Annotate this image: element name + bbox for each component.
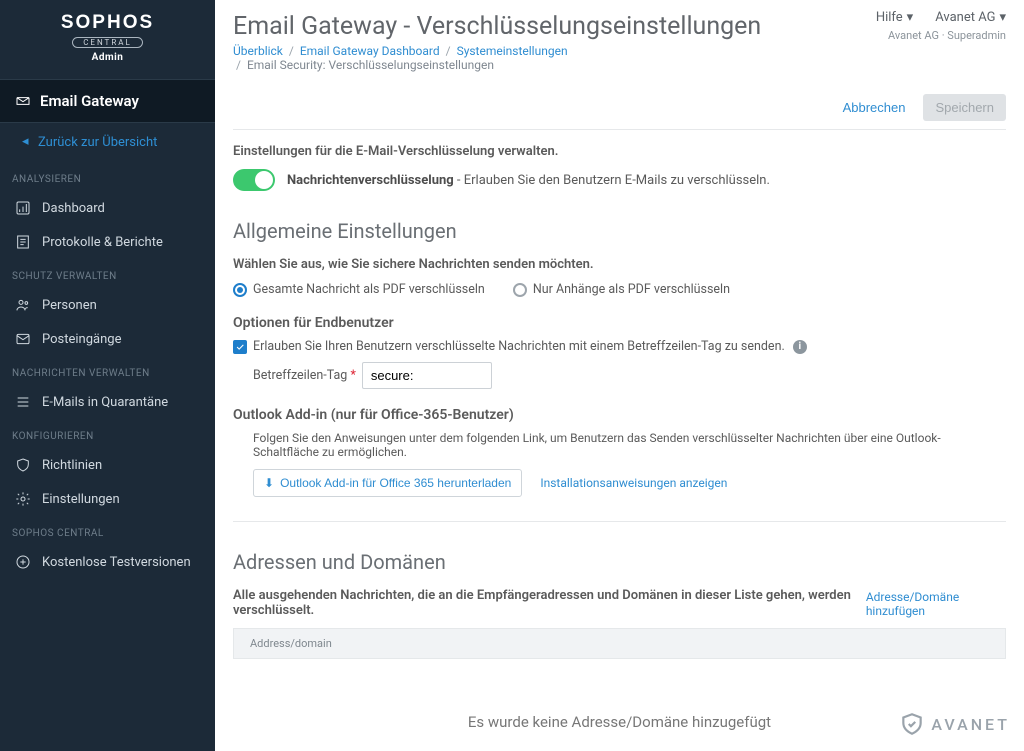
info-icon[interactable]: i [793,340,807,354]
allow-tag-label: Erlauben Sie Ihren Benutzern verschlüsse… [253,339,785,354]
inbox-icon [14,330,32,348]
tag-field-row: Betreffzeilen-Tag * [253,362,1006,389]
settings-intro: Einstellungen für die E-Mail-Verschlüsse… [233,144,1006,159]
sidebar-section-messages: NACHRICHTEN VERWALTEN [0,356,215,385]
encryption-toggle-row: Nachrichtenverschlüsselung - Erlauben Si… [233,169,1006,191]
breadcrumb: Überblick / Email Gateway Dashboard / Sy… [233,44,761,72]
allow-tag-check-row: Erlauben Sie Ihren Benutzern verschlüsse… [233,339,1006,354]
outlook-text: Folgen Sie den Anweisungen unter dem fol… [233,431,1006,459]
outlook-download-label: Outlook Add-in für Office 365 herunterla… [280,476,511,490]
radio-encrypt-attachments[interactable]: Nur Anhänge als PDF verschlüsseln [513,282,730,297]
action-bar: Abbrechen Speichern [233,94,1006,130]
general-settings-title: Allgemeine Einstellungen [233,219,1006,243]
main-content: Email Gateway - Verschlüsselungseinstell… [215,0,1024,751]
sidebar-item-policies[interactable]: Richtlinien [0,448,215,482]
encryption-toggle[interactable] [233,169,275,191]
crumb-overview[interactable]: Überblick [233,44,283,58]
sidebar-item-label: Dashboard [42,201,105,216]
encryption-mode-radio: Gesamte Nachricht als PDF verschlüsseln … [233,282,1006,297]
help-label: Hilfe [876,10,903,25]
tag-field-label: Betreffzeilen-Tag * [253,368,356,383]
outlook-download-button[interactable]: ⬇ Outlook Add-in für Office 365 herunter… [253,469,522,497]
report-icon [14,233,32,251]
divider [233,521,1006,522]
help-menu[interactable]: Hilfe ▾ [876,10,913,25]
tenant-label: Avanet AG [935,10,995,25]
policy-icon [14,456,32,474]
radio-icon [233,283,247,297]
chevron-down-icon: ▾ [907,10,914,25]
domains-head-row: Alle ausgehenden Nachrichten, die an die… [233,588,1006,618]
radio-prompt: Wählen Sie aus, wie Sie sichere Nachrich… [233,257,1006,272]
required-mark: * [350,368,355,383]
sidebar: SOPHOS CENTRAL Admin Email Gateway Zurüc… [0,0,215,751]
sidebar-item-label: Einstellungen [42,492,120,507]
crumb-system[interactable]: Systemeinstellungen [457,44,568,58]
trial-icon [14,553,32,571]
back-to-overview[interactable]: Zurück zur Übersicht [0,123,215,162]
sidebar-item-label: Richtlinien [42,458,102,473]
domains-empty-message: Es wurde keine Adresse/Domäne hinzugefüg… [233,713,1006,731]
sidebar-item-settings[interactable]: Einstellungen [0,482,215,516]
people-icon [14,296,32,314]
current-app[interactable]: Email Gateway [0,79,215,123]
domains-title: Adressen und Domänen [233,550,1006,574]
page-title: Email Gateway - Verschlüsselungseinstell… [233,12,761,41]
sidebar-item-label: Personen [42,298,97,313]
brand-role: Admin [0,52,215,63]
domains-col-label: Address/domain [250,637,332,650]
chevron-down-icon: ▾ [999,10,1006,25]
radio-encrypt-full[interactable]: Gesamte Nachricht als PDF verschlüsseln [233,282,485,297]
encryption-toggle-bold: Nachrichtenverschlüsselung [287,173,454,188]
sidebar-item-inboxes[interactable]: Posteingänge [0,322,215,356]
sidebar-section-central: SOPHOS CENTRAL [0,516,215,545]
sidebar-item-label: Kostenlose Testversionen [42,555,191,570]
mail-icon [14,92,32,110]
domains-table-header: Address/domain [233,628,1006,659]
crumb-dashboard[interactable]: Email Gateway Dashboard [300,44,440,58]
encryption-toggle-rest: - Erlauben Sie den Benutzern E-Mails zu … [454,173,770,188]
settings-icon [14,490,32,508]
tenant-menu[interactable]: Avanet AG ▾ [935,10,1006,25]
back-label: Zurück zur Übersicht [38,135,157,150]
quarantine-icon [14,393,32,411]
dashboard-icon [14,199,32,217]
enduser-title: Optionen für Endbenutzer [233,315,1006,331]
sidebar-item-label: E-Mails in Quarantäne [42,395,168,410]
outlook-instructions-link[interactable]: Installationsanweisungen anzeigen [540,476,727,490]
cancel-button[interactable]: Abbrechen [839,94,910,121]
brand-variant: CENTRAL [72,37,143,48]
brand-logo: SOPHOS CENTRAL Admin [0,0,215,71]
domains-intro: Alle ausgehenden Nachrichten, die an die… [233,588,866,618]
page-header: Email Gateway - Verschlüsselungseinstell… [233,10,1006,72]
save-button[interactable]: Speichern [923,94,1006,121]
encryption-toggle-label: Nachrichtenverschlüsselung - Erlauben Si… [287,173,770,188]
sidebar-item-label: Protokolle & Berichte [42,235,163,250]
sidebar-section-protect: SCHUTZ VERWALTEN [0,259,215,288]
add-domain-link[interactable]: Adresse/Domäne hinzufügen [866,590,1006,618]
sidebar-item-reports[interactable]: Protokolle & Berichte [0,225,215,259]
allow-tag-checkbox[interactable] [233,340,247,354]
download-icon: ⬇ [264,476,274,490]
sidebar-item-dashboard[interactable]: Dashboard [0,191,215,225]
sidebar-item-trials[interactable]: Kostenlose Testversionen [0,545,215,579]
tenant-subinfo: Avanet AG · Superadmin [876,29,1006,42]
brand-name: SOPHOS [0,12,215,34]
subject-tag-input[interactable] [362,362,492,389]
radio-label: Gesamte Nachricht als PDF verschlüsseln [253,282,485,297]
sidebar-section-analyze: ANALYSIEREN [0,162,215,191]
current-app-label: Email Gateway [40,92,139,110]
outlook-title: Outlook Add-in (nur für Office-365-Benut… [233,407,1006,423]
sidebar-item-people[interactable]: Personen [0,288,215,322]
radio-label: Nur Anhänge als PDF verschlüsseln [533,282,730,297]
sidebar-section-config: KONFIGURIEREN [0,419,215,448]
crumb-current: Email Security: Verschlüsselungseinstell… [247,58,494,72]
sidebar-item-quarantine[interactable]: E-Mails in Quarantäne [0,385,215,419]
outlook-block: Folgen Sie den Anweisungen unter dem fol… [233,431,1006,497]
radio-icon [513,283,527,297]
sidebar-item-label: Posteingänge [42,332,121,347]
top-right: Hilfe ▾ Avanet AG ▾ Avanet AG · Superadm… [876,10,1006,72]
